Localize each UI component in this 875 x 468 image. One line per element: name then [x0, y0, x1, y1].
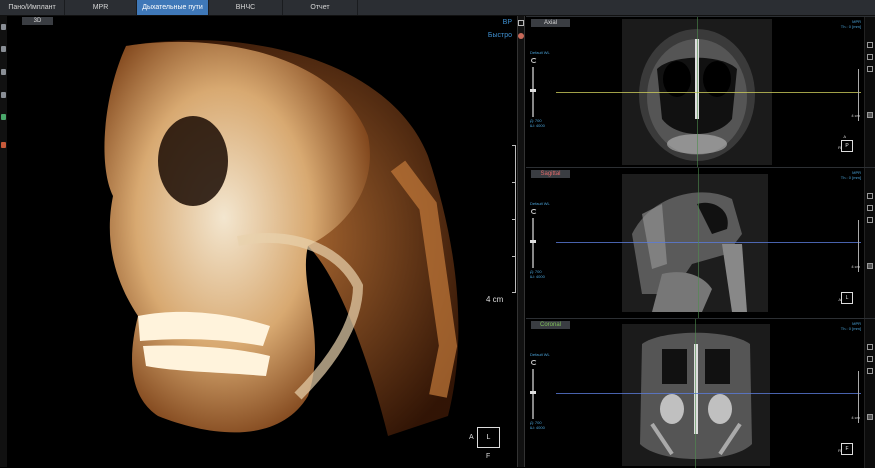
panel-scale-label: 4 cm	[851, 113, 860, 118]
coronal-crosshair[interactable]	[698, 168, 699, 318]
wl-slider-handle[interactable]	[530, 391, 536, 394]
panel-tools	[864, 17, 875, 167]
flip-icon[interactable]	[867, 217, 873, 223]
wl-slider[interactable]	[532, 67, 534, 117]
reset-wl-icon[interactable]	[531, 58, 537, 63]
wl-preset-label: Default WL	[530, 201, 550, 206]
flip-icon[interactable]	[867, 66, 873, 72]
sagittal-crosshair[interactable]	[695, 319, 696, 468]
tab-pano-implant[interactable]: Пано/Имплант	[0, 0, 65, 15]
slice-scroll-icon[interactable]	[867, 263, 873, 269]
slice-scroll-icon[interactable]	[867, 414, 873, 420]
tab-mpr[interactable]: MPR	[65, 0, 137, 15]
wl-slider-handle[interactable]	[530, 240, 536, 243]
orientation-cube[interactable]: L	[477, 427, 500, 448]
fit-icon[interactable]	[867, 54, 873, 60]
orientation-box[interactable]: F	[841, 443, 853, 455]
layers-tool-icon[interactable]	[1, 92, 6, 98]
wl-slider-handle[interactable]	[530, 89, 536, 92]
scale-bar-3d	[512, 145, 516, 293]
tab-tmj[interactable]: ВНЧС	[209, 0, 283, 15]
expand-icon[interactable]	[867, 344, 873, 350]
panel-tools	[864, 168, 875, 318]
wl-preset-label: Default WL	[530, 352, 550, 357]
axial-crosshair[interactable]	[556, 393, 861, 394]
flip-icon[interactable]	[867, 368, 873, 374]
axial-panel-tag: Axial	[531, 19, 570, 27]
wl-preset-label: Default WL	[530, 50, 550, 55]
wl-width-value: Ш: 4000	[530, 274, 545, 279]
settings-tool-icon[interactable]	[1, 142, 6, 148]
zoom-tool-icon[interactable]	[1, 69, 6, 75]
rotate-tool-icon[interactable]	[1, 46, 6, 52]
reset-wl-icon[interactable]	[531, 360, 537, 365]
orientation-anterior-label: A	[469, 434, 474, 441]
sagittal-slice-image	[622, 174, 768, 312]
wl-slider[interactable]	[532, 369, 534, 419]
reset-wl-icon[interactable]	[531, 209, 537, 214]
render-mode-label[interactable]: ВР	[503, 19, 512, 26]
axial-crosshair[interactable]	[556, 242, 861, 243]
color-map-icon[interactable]	[518, 33, 524, 39]
panel-scale-label: 4 cm	[851, 415, 860, 420]
orientation-foot-label: F	[486, 453, 491, 460]
coronal-panel-tag: Coronal	[531, 321, 570, 329]
wl-slider[interactable]	[532, 218, 534, 268]
thickness-label: Th.: 0 [mm]	[840, 326, 861, 331]
wl-width-value: Ш: 4000	[530, 123, 545, 128]
pointer-tool-icon[interactable]	[1, 24, 6, 30]
left-toolbar	[0, 16, 7, 467]
slice-scroll-icon[interactable]	[867, 112, 873, 118]
render-quality-label[interactable]: Быстро	[488, 32, 512, 39]
panel-scale-label: 4 cm	[851, 264, 860, 269]
expand-icon[interactable]	[867, 42, 873, 48]
maximize-icon[interactable]	[518, 20, 524, 26]
scale-label: 4 cm	[486, 295, 504, 304]
view-3d-tag: 3D	[22, 17, 53, 25]
sagittal-panel-tag: Sagittal	[531, 170, 570, 178]
sagittal-panel[interactable]: Sagittal Default WL Д: 700 Ш: 4000 MPR T…	[526, 167, 875, 318]
expand-icon[interactable]	[867, 193, 873, 199]
axial-panel[interactable]: Axial Default WL Д: 700 Ш: 4000 MPR Th.:…	[526, 16, 875, 167]
coronal-panel[interactable]: Coronal Default WL Д: 700 Ш: 4000 MPR Th…	[526, 318, 875, 468]
tab-report[interactable]: Отчет	[283, 0, 358, 15]
fit-icon[interactable]	[867, 356, 873, 362]
thickness-label: Th.: 0 [mm]	[840, 175, 861, 180]
coronal-crosshair[interactable]	[697, 17, 698, 167]
tab-airway[interactable]: Дыхательные пути	[137, 0, 209, 15]
module-tabs: Пано/Имплант MPR Дыхательные пути ВНЧС О…	[0, 0, 875, 16]
sagittal-crosshair[interactable]	[556, 92, 861, 93]
view-splitter[interactable]	[517, 16, 525, 467]
fit-icon[interactable]	[867, 205, 873, 211]
panel-tools	[864, 319, 875, 468]
coronal-slice-image	[622, 324, 770, 466]
wl-width-value: Ш: 4000	[530, 425, 545, 430]
orientation-box[interactable]: L	[841, 292, 853, 304]
orient-top-label: A	[843, 134, 846, 139]
thickness-label: Th.: 0 [mm]	[840, 24, 861, 29]
orientation-box[interactable]: P	[841, 140, 853, 152]
view-3d[interactable]: 3D ВР Быстро 4 cm A L F	[8, 16, 516, 467]
skull-3d-render	[104, 40, 459, 437]
measure-tool-icon[interactable]	[1, 114, 6, 120]
